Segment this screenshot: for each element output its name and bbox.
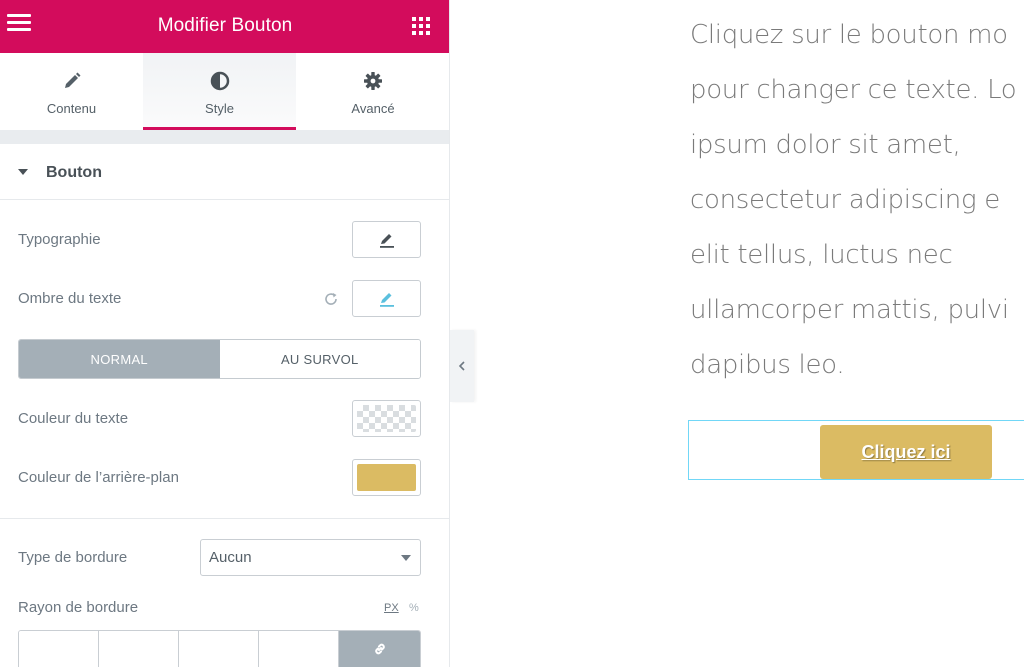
preview-line: elit tellus, luctus nec xyxy=(690,240,953,270)
bg-color-label: Couleur de l’arrière-plan xyxy=(18,469,179,486)
border-type-value: Aucun xyxy=(209,549,252,566)
chevron-down-icon xyxy=(401,555,411,561)
text-color-label: Couleur du texte xyxy=(18,410,129,427)
preview-line: Cliquez sur le bouton mo xyxy=(690,20,1008,50)
separator-band xyxy=(0,130,449,144)
text-color-picker[interactable] xyxy=(352,400,421,437)
state-hover-tab[interactable]: AU SURVOL xyxy=(219,340,420,378)
text-shadow-label: Ombre du texte xyxy=(18,290,122,307)
pencil-icon xyxy=(379,292,394,307)
unit-percent[interactable]: % xyxy=(409,602,419,614)
preview-line: ipsum dolor sit amet, xyxy=(690,130,961,160)
tab-content[interactable]: Contenu xyxy=(0,53,143,130)
reset-icon[interactable] xyxy=(323,291,339,307)
radius-top-input[interactable] xyxy=(19,631,99,667)
state-normal-tab[interactable]: NORMAL xyxy=(19,340,220,378)
tab-advanced-label: Avancé xyxy=(351,101,395,116)
border-type-label: Type de bordure xyxy=(18,549,128,566)
page-preview: Cliquez sur le bouton mo pour changer ce… xyxy=(474,0,1024,667)
collapse-panel-button[interactable] xyxy=(450,330,474,402)
typography-edit-button[interactable] xyxy=(352,221,421,258)
preview-paragraph[interactable]: Cliquez sur le bouton mo pour changer ce… xyxy=(690,8,1024,393)
section-toggle-bouton[interactable]: Bouton xyxy=(0,144,449,200)
typography-label: Typographie xyxy=(18,231,101,248)
border-radius-label: Rayon de bordure xyxy=(18,599,139,616)
preview-line: dapibus leo. xyxy=(690,350,845,380)
gear-icon xyxy=(296,71,449,91)
panel-title: Modifier Bouton xyxy=(157,15,293,36)
caret-down-icon xyxy=(18,169,28,175)
link-icon xyxy=(374,643,385,655)
bg-color-picker[interactable] xyxy=(352,459,421,496)
pencil-icon xyxy=(379,233,394,248)
border-type-select[interactable]: Aucun xyxy=(200,539,421,576)
state-toggle: NORMAL AU SURVOL xyxy=(18,339,421,379)
divider xyxy=(0,518,449,519)
unit-px[interactable]: PX xyxy=(384,602,399,614)
widgets-grid-icon[interactable] xyxy=(412,17,430,35)
radius-right-input[interactable] xyxy=(99,631,179,667)
tab-style[interactable]: Style xyxy=(143,53,296,130)
tab-content-label: Contenu xyxy=(46,101,97,116)
text-shadow-edit-button[interactable] xyxy=(352,280,421,317)
link-values-button[interactable] xyxy=(339,631,420,667)
tab-advanced[interactable]: Avancé xyxy=(296,53,449,130)
button-widget-selection[interactable]: Cliquez ici xyxy=(688,420,1024,480)
half-circle-icon xyxy=(143,71,296,91)
pencil-icon xyxy=(0,71,143,91)
preview-line: consectetur adipiscing e xyxy=(690,185,1000,215)
editor-panel: Modifier Bouton Contenu Style Avancé Bou… xyxy=(0,0,450,667)
panel-header: Modifier Bouton xyxy=(0,0,449,53)
radius-bottom-input[interactable] xyxy=(179,631,259,667)
tab-style-label: Style xyxy=(205,101,234,116)
preview-line: pour changer ce texte. Lo xyxy=(690,75,1017,105)
section-title: Bouton xyxy=(46,164,102,181)
preview-cta-button[interactable]: Cliquez ici xyxy=(820,425,992,479)
panel-tabs: Contenu Style Avancé xyxy=(0,53,449,130)
border-radius-inputs xyxy=(18,630,421,667)
chevron-left-icon xyxy=(458,361,465,371)
preview-line: ullamcorper mattis, pulvi xyxy=(690,295,1009,325)
radius-left-input[interactable] xyxy=(259,631,339,667)
